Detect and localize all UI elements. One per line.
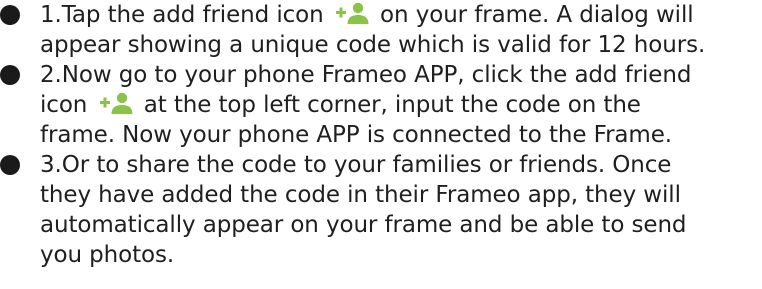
add-friend-icon [99,92,133,114]
add-friend-icon [335,2,369,24]
step-line: 3.Or to share the code to your families … [40,152,672,178]
step-2: 2.Now go to your phone Frameo APP, click… [0,60,762,150]
step-line: appear showing a unique code which is va… [40,32,706,58]
instruction-list: 1.Tap the add friend icon on your frame.… [0,0,762,270]
step-line: 1.Tap the add friend icon on your frame.… [40,2,694,28]
bullet-dot [0,5,20,25]
bullet-dot [0,65,20,85]
step-line: icon at the top left corner, input the c… [40,92,641,118]
bullet-dot [0,155,20,175]
step-line: automatically appear on your frame and b… [40,212,687,238]
step-line: you photos. [40,242,175,268]
step-1: 1.Tap the add friend icon on your frame.… [0,0,762,60]
step-line: frame. Now your phone APP is connected t… [40,122,672,148]
step-line: 2.Now go to your phone Frameo APP, click… [40,62,692,88]
step-3: 3.Or to share the code to your families … [0,150,762,270]
step-line: they have added the code in their Frameo… [40,182,681,208]
